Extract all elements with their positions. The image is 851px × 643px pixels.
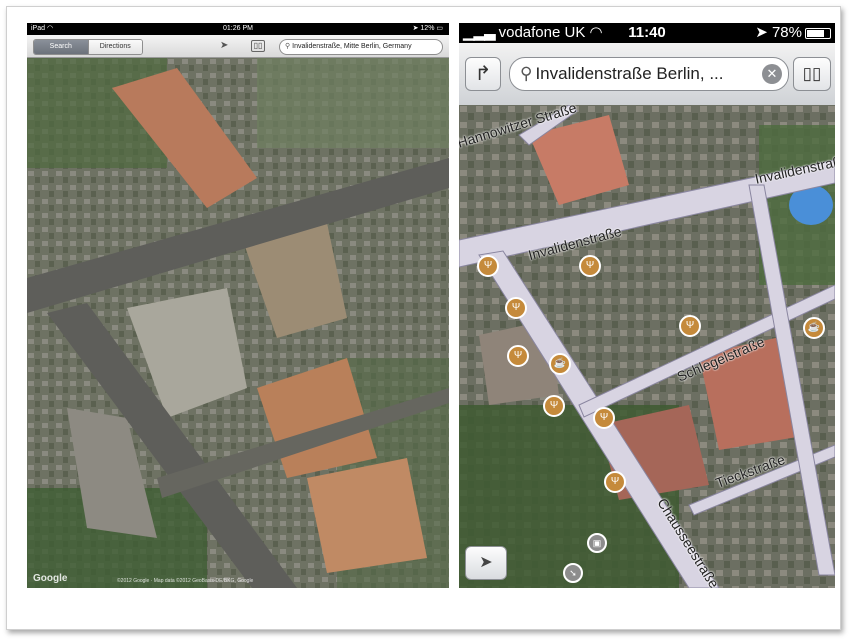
ipad-status-bar: iPad ◠ 01:26 PM ➤ 12% ▭ [27, 23, 449, 35]
iphone-status-bar: ▁▂▃ vodafone UK ◠ 11:40 ➤ 78% [459, 23, 835, 43]
search-value: Invalidenstraße, Mitte Berlin, Germany [292, 43, 412, 50]
cafe-icon[interactable]: ☕ [549, 353, 571, 375]
restaurant-icon[interactable]: Ψ [593, 407, 615, 429]
restaurant-icon[interactable]: Ψ [679, 315, 701, 337]
battery-icon: ▭ [436, 25, 443, 32]
poi-icon[interactable]: ➘ [563, 563, 583, 583]
ipad-time: 01:26 PM [223, 25, 253, 32]
battery-icon [805, 27, 831, 39]
ipad-toolbar: Search Directions ➤ ▯▯ ⚲ Invalidenstraße,… [27, 35, 449, 58]
iphone-screen: ▁▂▃ vodafone UK ◠ 11:40 ➤ 78% ↱ ⚲ Invalide… [459, 23, 835, 588]
location-status-icon: ➤ [412, 25, 419, 32]
search-directions-segment: Search Directions [33, 39, 143, 55]
restaurant-icon[interactable]: Ψ [543, 395, 565, 417]
segment-directions[interactable]: Directions [87, 40, 142, 54]
segment-search[interactable]: Search [34, 40, 88, 54]
hybrid-map[interactable]: Hannowitzer Straße Invalidenstraße Inval… [459, 99, 835, 588]
turn-arrow-icon[interactable]: ↱ [465, 57, 501, 91]
satellite-imagery [27, 58, 449, 588]
cafe-icon[interactable]: ☕ [803, 317, 825, 339]
map-provider-logo: Google [33, 573, 68, 584]
location-arrow-icon[interactable]: ➤ [220, 41, 228, 51]
restaurant-icon[interactable]: Ψ [505, 297, 527, 319]
restaurant-icon[interactable]: Ψ [604, 471, 626, 493]
book-icon[interactable]: ▯▯ [793, 57, 831, 91]
search-value: Invalidenstraße Berlin, ... [535, 64, 724, 83]
screenshot-frame: iPad ◠ 01:26 PM ➤ 12% ▭ Search Direction… [6, 6, 841, 630]
location-arrow-icon[interactable]: ➤ [465, 546, 507, 580]
restaurant-icon[interactable]: Ψ [579, 255, 601, 277]
poi-icon[interactable]: ▣ [587, 533, 607, 553]
search-input[interactable]: ⚲ Invalidenstraße Berlin, ... ✕ [509, 57, 789, 91]
restaurant-icon[interactable]: Ψ [507, 345, 529, 367]
satellite-map[interactable]: Google ©2012 Google · Map data ©2012 Geo… [27, 58, 449, 588]
iphone-battery: 78% [771, 24, 802, 41]
search-icon: ⚲ [520, 64, 533, 83]
iphone-toolbar: ↱ ⚲ Invalidenstraße Berlin, ... ✕ ▯▯ [459, 43, 835, 106]
ipad-battery: 12% [420, 25, 435, 32]
location-status-icon: ➤ [755, 24, 768, 41]
clear-icon[interactable]: ✕ [762, 64, 782, 84]
search-icon: ⚲ [285, 43, 291, 50]
search-input[interactable]: ⚲ Invalidenstraße, Mitte Berlin, Germany [279, 39, 443, 55]
map-copyright: ©2012 Google · Map data ©2012 GeoBasis-D… [117, 578, 254, 584]
ipad-screen: iPad ◠ 01:26 PM ➤ 12% ▭ Search Direction… [27, 23, 449, 588]
book-icon[interactable]: ▯▯ [251, 40, 265, 52]
restaurant-icon[interactable]: Ψ [477, 255, 499, 277]
